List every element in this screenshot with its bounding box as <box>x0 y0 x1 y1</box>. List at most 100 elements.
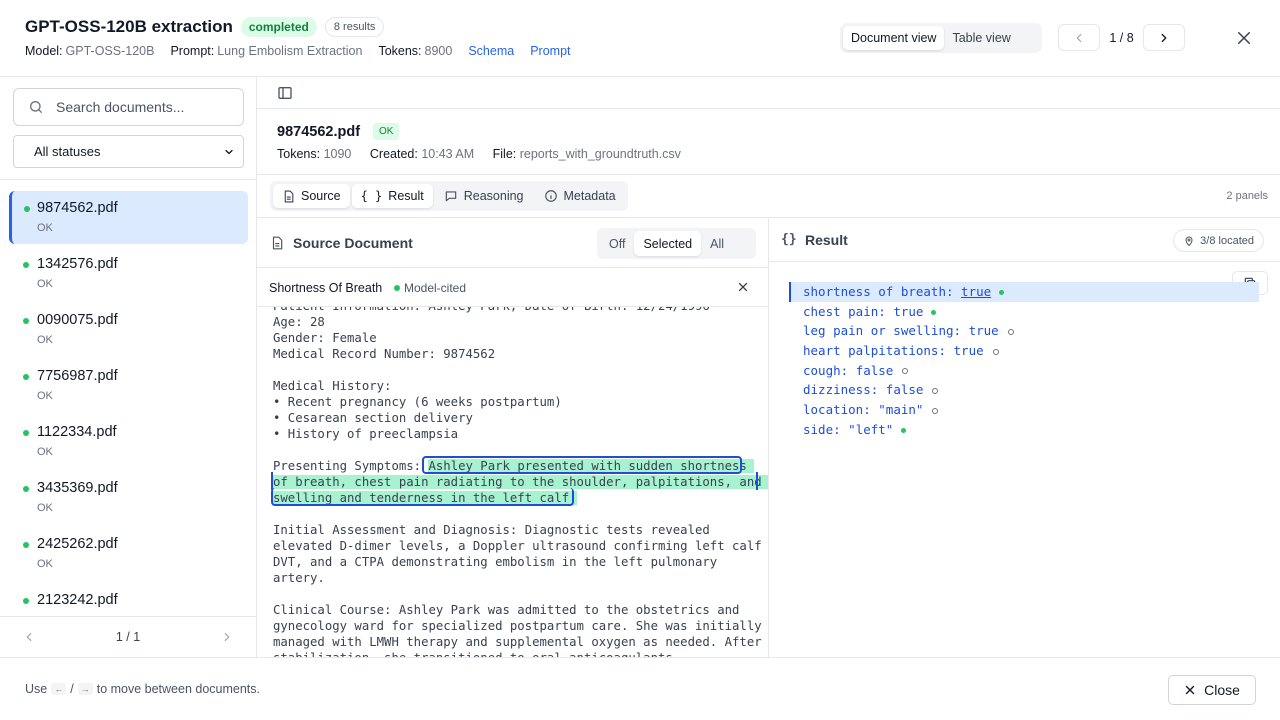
close-icon <box>1238 32 1250 44</box>
tab-metadata[interactable]: Metadata <box>535 184 625 208</box>
document-status: OK <box>37 222 53 234</box>
close-icon <box>738 282 748 292</box>
result-pager: 1 / 8 <box>1058 24 1185 51</box>
highlight-selected-button[interactable]: Selected <box>634 231 702 256</box>
table-view-button[interactable]: Table view <box>944 26 1018 50</box>
highlight-all-button[interactable]: All <box>701 231 733 256</box>
location-pin-icon <box>1185 236 1193 246</box>
schema-link[interactable]: Schema <box>468 44 514 58</box>
document-name: 1342576.pdf <box>37 256 118 272</box>
located-indicator <box>931 309 937 315</box>
toggle-sidebar-button[interactable] <box>277 85 293 104</box>
arrow-right-key: → <box>77 683 93 695</box>
document-icon <box>270 236 284 253</box>
document-view-button[interactable]: Document view <box>843 26 945 50</box>
list-item-document[interactable]: 1122334.pdf OK <box>9 415 248 468</box>
source-text-before: Patient Information: Ashley Park, Date o… <box>273 299 710 473</box>
document-file: File: reports_with_groundtruth.csv <box>492 147 681 161</box>
document-name: 0090075.pdf <box>37 312 118 328</box>
document-list: 9874562.pdf OK 1342576.pdf OK 0090075.pd… <box>0 180 256 613</box>
document-name: 3435369.pdf <box>37 480 118 496</box>
not-located-indicator <box>992 348 999 355</box>
located-indicator <box>999 290 1005 295</box>
highlight-off-button[interactable]: Off <box>600 231 634 256</box>
status-dot <box>23 542 29 548</box>
tokens-meta: Tokens: 8900 <box>378 44 453 58</box>
results-count-badge: 8 results <box>324 17 385 37</box>
tab-source[interactable]: Source <box>273 184 350 208</box>
located-indicator <box>901 427 907 433</box>
result-panel-title: Result <box>805 232 848 248</box>
title-row: GPT-OSS-120B extraction completed 8 resu… <box>25 17 385 37</box>
document-status: OK <box>37 278 53 290</box>
list-item-document[interactable]: 2123242.pdf OK <box>9 583 248 613</box>
list-item-document[interactable]: 9874562.pdf OK <box>9 191 248 244</box>
page-title: GPT-OSS-120B extraction <box>25 17 233 36</box>
sidebar-page-count: 1 / 1 <box>115 630 141 644</box>
search-box[interactable] <box>13 88 244 126</box>
source-panel-title: Source Document <box>293 235 413 251</box>
sidebar-next-page-button[interactable] <box>220 630 234 647</box>
status-dot <box>24 206 30 212</box>
chevron-right-icon <box>1161 33 1167 42</box>
result-field-row[interactable]: location: "main" <box>789 400 1259 420</box>
located-count-badge: 3/8 located <box>1173 229 1264 252</box>
result-json: shortness of breath: true chest pain: tr… <box>789 282 1259 440</box>
tab-result[interactable]: { } Result <box>351 184 433 208</box>
tab-reasoning[interactable]: Reasoning <box>435 184 533 208</box>
result-field-row[interactable]: dizziness: false <box>789 380 1259 400</box>
extraction-meta: Model: GPT-OSS-120B Prompt: Lung Embolism … <box>25 44 587 58</box>
status-badge: completed <box>240 17 317 37</box>
source-text-after: Initial Assessment and Diagnosis: Diagno… <box>273 523 762 657</box>
result-field-row[interactable]: leg pain or swelling: true <box>789 321 1259 341</box>
prompt-link[interactable]: Prompt <box>530 44 570 58</box>
not-located-indicator <box>932 407 939 414</box>
result-field-row[interactable]: chest pain: true <box>789 302 1259 322</box>
result-field-row[interactable]: cough: false <box>789 361 1259 381</box>
document-title: 9874562.pdf <box>277 124 361 140</box>
document-status: OK <box>37 446 53 458</box>
panels-count: 2 panels <box>1226 190 1268 202</box>
not-located-indicator <box>932 387 939 394</box>
document-status: OK <box>37 334 53 346</box>
document-name: 2123242.pdf <box>37 592 118 608</box>
result-field-row[interactable]: heart palpitations: true <box>789 341 1259 361</box>
close-dialog-button[interactable] <box>1232 26 1256 50</box>
panel-tabs-bar: Source { } Result Reasoning Metadata 2 p… <box>257 176 1280 218</box>
not-located-indicator <box>902 368 909 375</box>
chevron-left-icon <box>26 632 32 642</box>
status-dot <box>23 374 29 380</box>
chevron-right-icon <box>224 632 230 642</box>
next-result-button[interactable] <box>1143 24 1185 51</box>
info-icon <box>544 190 557 202</box>
result-field-row[interactable]: shortness of breath: true <box>789 282 1259 302</box>
list-item-document[interactable]: 7756987.pdf OK <box>9 359 248 412</box>
list-item-document[interactable]: 2425262.pdf OK <box>9 527 248 580</box>
model-meta: Model: GPT-OSS-120B <box>25 44 155 58</box>
chat-icon <box>445 191 456 202</box>
footer: Use ← / → to move between documents. Clo… <box>0 657 1280 720</box>
prev-result-button[interactable] <box>1058 24 1100 51</box>
close-citation-button[interactable] <box>737 281 749 296</box>
result-panel: {} Result 3/8 located shortness of breat… <box>769 219 1280 657</box>
status-dot <box>23 598 29 604</box>
document-name: 9874562.pdf <box>37 200 118 216</box>
header: GPT-OSS-120B extraction completed 8 resu… <box>0 0 1280 77</box>
document-status: OK <box>37 390 53 402</box>
list-item-document[interactable]: 3435369.pdf OK <box>9 471 248 524</box>
list-item-document[interactable]: 0090075.pdf OK <box>9 303 248 356</box>
document-name: 1122334.pdf <box>37 424 117 440</box>
not-located-indicator <box>1007 328 1014 335</box>
status-dot <box>394 285 400 291</box>
search-input[interactable] <box>56 99 236 115</box>
result-field-row[interactable]: side: "left" <box>789 420 1259 440</box>
arrow-left-key: ← <box>51 683 67 695</box>
document-header: 9874562.pdf OK Tokens: 1090 Created: 10:… <box>257 110 1280 175</box>
sidebar-prev-page-button[interactable] <box>22 630 36 647</box>
search-icon <box>30 101 42 113</box>
list-item-document[interactable]: 1342576.pdf OK <box>9 247 248 300</box>
close-button[interactable]: Close <box>1168 675 1256 705</box>
status-filter-select[interactable]: All statuses <box>13 135 244 168</box>
document-meta: Tokens: 1090 Created: 10:43 AM File: rep… <box>277 147 696 161</box>
document-sidebar: All statuses 9874562.pdf OK 1342576.pdf … <box>0 77 257 657</box>
